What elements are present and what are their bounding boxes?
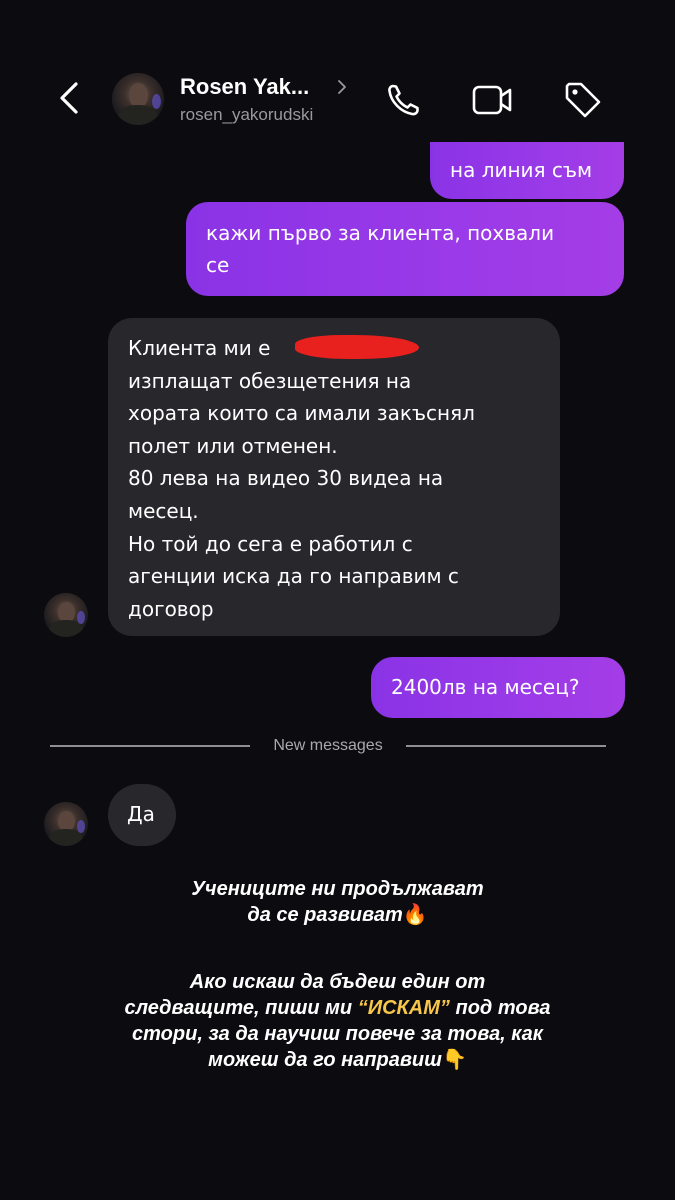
story-caption-1: Учениците ни продължават да се развиват🔥: [0, 876, 675, 928]
caption-line: Ако искаш да бъдеш един от: [189, 971, 486, 993]
tag-button[interactable]: [563, 80, 603, 120]
redaction-mark: [295, 335, 419, 359]
back-button[interactable]: [50, 78, 90, 118]
chevron-right-icon[interactable]: [335, 78, 349, 96]
phone-icon: [388, 84, 419, 116]
contact-handle: rosen_yakorudski: [180, 105, 314, 124]
video-call-button[interactable]: [471, 80, 512, 120]
back-chevron-icon: [60, 82, 78, 114]
tag-icon: [565, 82, 601, 118]
divider-line: [406, 745, 606, 747]
divider-line: [50, 745, 250, 747]
caption-line: да се развиват🔥: [247, 904, 428, 926]
caption-line: следващите, пиши ми “ИСКАМ” под това: [124, 997, 551, 1019]
contact-avatar[interactable]: [112, 73, 164, 125]
pointing-down-emoji-icon: 👇: [441, 1049, 467, 1071]
contact-name[interactable]: Rosen Yak...: [180, 74, 309, 100]
sender-avatar[interactable]: [44, 593, 88, 637]
new-messages-label: New messages: [273, 737, 383, 754]
call-button[interactable]: [384, 80, 424, 120]
fire-emoji-icon: 🔥: [402, 904, 428, 926]
caption-line: можеш да го направиш👇: [208, 1049, 467, 1071]
incoming-message[interactable]: Клиента ми е изплащат обезщетения на хор…: [108, 318, 560, 636]
outgoing-message[interactable]: на линия съм: [430, 142, 624, 199]
caption-line: Учениците ни продължават: [191, 878, 484, 900]
story-caption-2: Ако искаш да бъдеш един от следващите, п…: [0, 969, 675, 1073]
video-camera-icon: [472, 85, 512, 115]
chat-header: Rosen Yak... rosen_yakorudski: [0, 60, 675, 138]
highlighted-keyword: “ИСКАМ”: [357, 997, 450, 1019]
caption-line: стори, за да научиш повече за това, как: [132, 1023, 543, 1045]
sender-avatar[interactable]: [44, 802, 88, 846]
outgoing-message[interactable]: 2400лв на месец?: [371, 657, 625, 718]
incoming-message[interactable]: Да: [108, 784, 176, 846]
outgoing-message[interactable]: кажи първо за клиента, похвали се: [186, 202, 624, 296]
